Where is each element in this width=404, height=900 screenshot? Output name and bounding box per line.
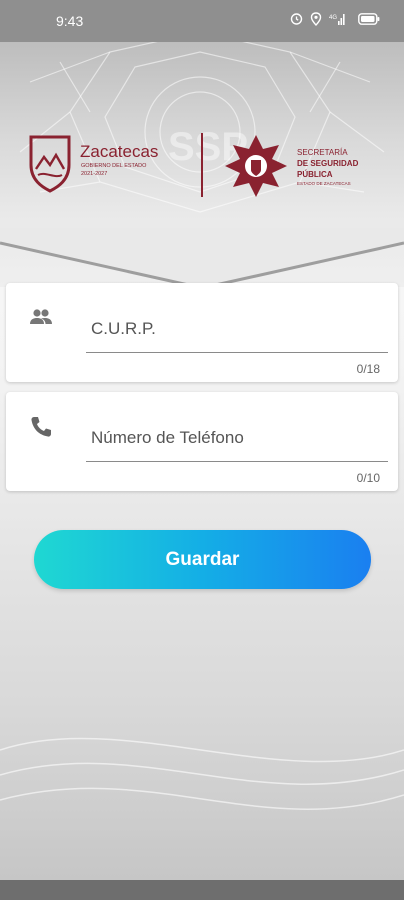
zacatecas-line1: GOBIERNO DEL ESTADO bbox=[81, 163, 147, 169]
phone-card: 0/10 bbox=[6, 392, 398, 491]
save-button[interactable]: Guardar bbox=[34, 530, 371, 589]
phone-icon bbox=[28, 414, 54, 440]
app-screen: 9:43 4G SSP Zacatecas GOBIERNO DEL ESTAD… bbox=[0, 0, 404, 900]
ssp-line3: PÚBLICA bbox=[297, 170, 333, 179]
phone-counter: 0/10 bbox=[356, 471, 380, 485]
status-time: 9:43 bbox=[56, 13, 84, 29]
status-bar: 9:43 4G bbox=[0, 0, 404, 42]
zacatecas-name: Zacatecas bbox=[80, 142, 158, 161]
curp-card: 0/18 bbox=[6, 283, 398, 382]
phone-input[interactable] bbox=[86, 414, 388, 462]
ssp-line1: SECRETARÍA bbox=[297, 148, 348, 157]
ssp-line4: ESTADO DE ZACATECAS bbox=[297, 181, 351, 186]
curp-counter: 0/18 bbox=[356, 362, 380, 376]
background-waves bbox=[0, 737, 404, 810]
curp-input[interactable] bbox=[86, 305, 388, 353]
status-icons: 4G bbox=[290, 11, 380, 31]
signal-text: 4G bbox=[329, 15, 337, 21]
signal-icon: 4G bbox=[329, 12, 345, 31]
header-chevron bbox=[0, 228, 404, 288]
ssp-line2: DE SEGURIDAD bbox=[297, 159, 359, 168]
battery-icon bbox=[358, 12, 380, 30]
people-icon bbox=[28, 305, 54, 331]
location-icon bbox=[310, 11, 322, 31]
zacatecas-logo-icon bbox=[29, 135, 71, 193]
bottom-bar bbox=[0, 880, 404, 900]
ssp-badge-icon bbox=[225, 135, 287, 197]
logos: Zacatecas GOBIERNO DEL ESTADO 2021-2027 … bbox=[29, 133, 359, 197]
alarm-icon bbox=[290, 12, 303, 30]
zacatecas-line2: 2021-2027 bbox=[81, 171, 107, 177]
